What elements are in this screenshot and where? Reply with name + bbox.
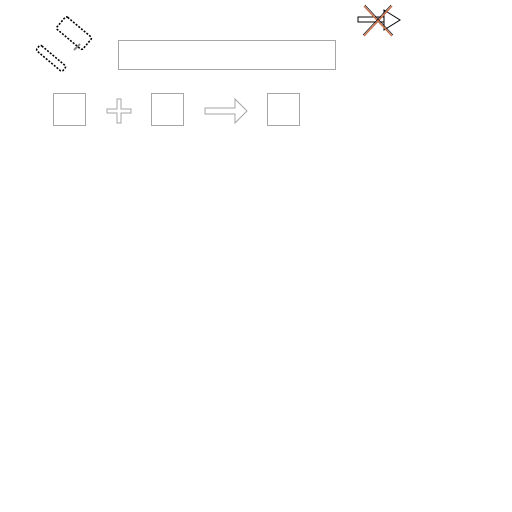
arrow-right-icon xyxy=(204,97,248,125)
output-slot[interactable] xyxy=(267,93,300,126)
plus-icon xyxy=(106,98,132,124)
hammer-icon xyxy=(35,16,93,72)
crossed-arrow-icon xyxy=(357,4,401,37)
input-slot-1[interactable] xyxy=(53,93,86,126)
item-name-input[interactable] xyxy=(118,40,336,70)
input-slot-2[interactable] xyxy=(151,93,184,126)
